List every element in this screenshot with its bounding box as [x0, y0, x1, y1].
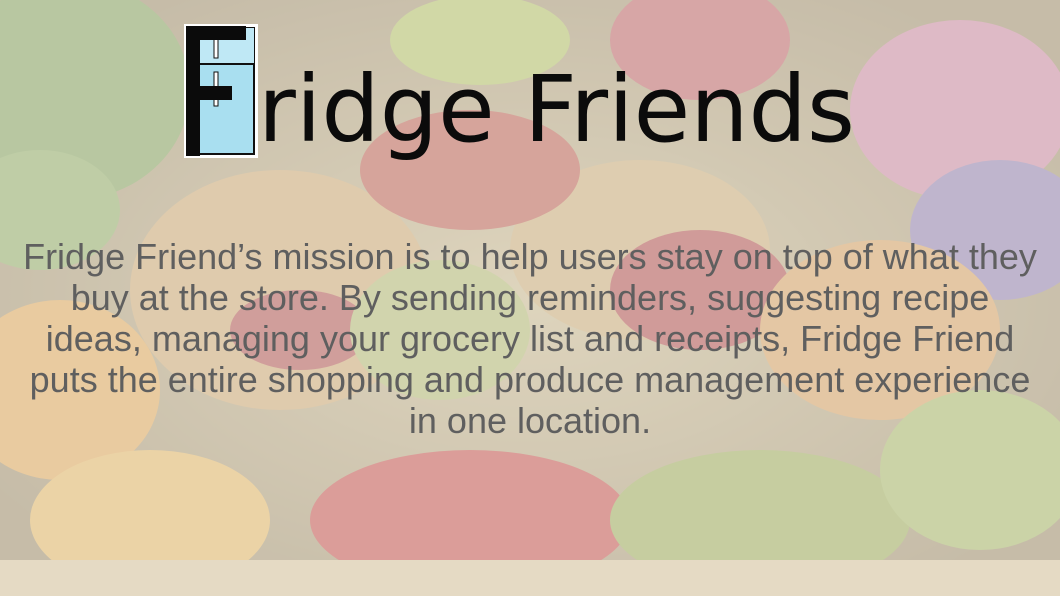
fridge-icon: [184, 24, 258, 158]
slide-title: ridge Friends: [184, 18, 855, 158]
mission-statement: Fridge Friend’s mission is to help users…: [23, 236, 1037, 441]
slide: ridge Friends Fridge Friend’s mission is…: [0, 0, 1060, 596]
title-text: ridge Friends: [258, 56, 855, 163]
